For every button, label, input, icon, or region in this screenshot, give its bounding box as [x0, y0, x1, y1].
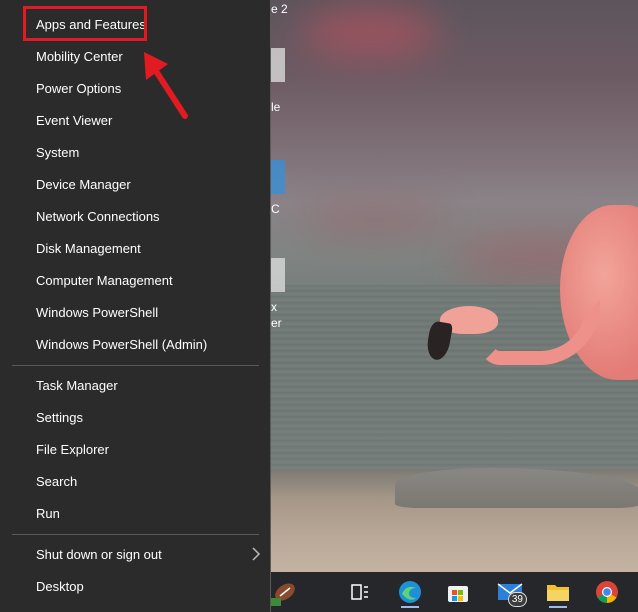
menu-separator — [12, 534, 259, 535]
chevron-right-icon — [252, 547, 261, 561]
menu-item-windows-powershell[interactable]: Windows PowerShell — [36, 304, 158, 322]
chrome-icon[interactable] — [592, 576, 622, 608]
menu-item-power-options[interactable]: Power Options — [36, 80, 121, 98]
menu-item-run[interactable]: Run — [36, 505, 60, 523]
menu-item-windows-powershell-admin[interactable]: Windows PowerShell (Admin) — [36, 336, 207, 354]
menu-item-file-explorer[interactable]: File Explorer — [36, 441, 109, 459]
running-indicator — [401, 606, 419, 608]
menu-item-task-manager[interactable]: Task Manager — [36, 377, 118, 395]
microsoft-store-icon[interactable] — [443, 576, 473, 608]
desktop-shortcut-icon[interactable] — [269, 48, 285, 82]
menu-item-search[interactable]: Search — [36, 473, 77, 491]
menu-item-shut-down-or-sign-out[interactable]: Shut down or sign out — [36, 546, 162, 564]
menu-item-mobility-center[interactable]: Mobility Center — [36, 48, 123, 66]
quick-link-menu: Apps and Features Mobility Center Power … — [0, 0, 271, 612]
recycle-bin-icon[interactable] — [269, 258, 285, 292]
mail-unread-badge: 39 — [507, 592, 527, 607]
menu-item-computer-management[interactable]: Computer Management — [36, 272, 173, 290]
this-pc-icon[interactable] — [269, 160, 285, 194]
edge-browser-icon[interactable] — [395, 576, 425, 608]
menu-item-event-viewer[interactable]: Event Viewer — [36, 112, 112, 130]
desktop-label-fragment: e 2 — [271, 2, 288, 16]
annotation-arrow-icon — [144, 52, 188, 119]
menu-item-network-connections[interactable]: Network Connections — [36, 208, 160, 226]
menu-item-device-manager[interactable]: Device Manager — [36, 176, 131, 194]
running-indicator — [549, 606, 567, 608]
desktop-label-fragment: C — [271, 202, 280, 216]
desktop-label-fragment: er — [271, 316, 282, 330]
mail-icon[interactable]: 39 — [495, 576, 527, 608]
desktop-label-fragment: le — [271, 100, 281, 114]
desktop-label-fragment: x — [271, 300, 277, 314]
menu-item-settings[interactable]: Settings — [36, 409, 83, 427]
menu-item-disk-management[interactable]: Disk Management — [36, 240, 141, 258]
menu-item-system[interactable]: System — [36, 144, 79, 162]
sky-glow — [300, 200, 450, 240]
menu-item-desktop[interactable]: Desktop — [36, 578, 84, 596]
task-view-icon[interactable] — [345, 576, 375, 608]
file-explorer-icon[interactable] — [543, 576, 573, 608]
sky-glow — [300, 5, 440, 60]
annotation-highlight-box — [23, 6, 147, 41]
menu-separator — [12, 365, 259, 366]
widgets-icon[interactable] — [270, 576, 300, 608]
